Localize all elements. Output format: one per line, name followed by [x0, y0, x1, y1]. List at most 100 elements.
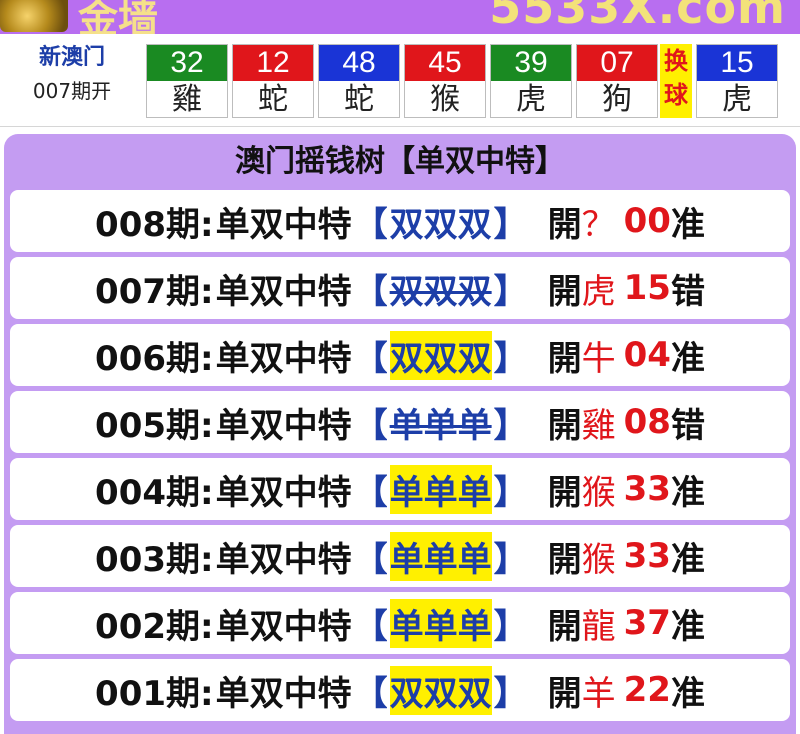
prediction-row[interactable]: 004期: 单双中特【单单单】開猴 33 准: [10, 458, 790, 520]
row-open-label: 開: [547, 204, 582, 245]
row-number: 08: [623, 402, 671, 442]
row-right-bracket: 】: [493, 673, 528, 714]
row-verdict: 错: [670, 271, 705, 312]
prediction-row[interactable]: 006期: 单双中特【双双双】開牛 04 准: [10, 324, 790, 386]
row-number: 37: [623, 603, 671, 643]
row-open-label: 開: [547, 673, 582, 714]
prediction-row[interactable]: 007期: 单双中特【双双双】開虎 15 错: [10, 257, 790, 319]
row-left-bracket: 【: [353, 271, 388, 312]
row-kind: 单双中特: [215, 271, 352, 312]
row-open-label: 開: [547, 405, 582, 446]
ball-zodiac: 虎: [722, 82, 752, 117]
ball-cell: 48 蛇: [318, 44, 400, 118]
row-left-bracket: 【: [353, 606, 388, 647]
row-number: 22: [623, 670, 671, 710]
row-verdict: 错: [670, 405, 705, 446]
latest-issue-label: 新澳门 007期开: [8, 42, 136, 108]
ball-zodiac: 雞: [172, 82, 202, 117]
row-kind: 单双中特: [215, 472, 352, 513]
swap-top-char: 换: [664, 47, 688, 75]
row-zodiac: 猴: [581, 539, 616, 580]
row-issue: 003期:: [95, 539, 214, 580]
row-pick: 双双双: [389, 665, 492, 715]
row-left-bracket: 【: [353, 204, 388, 245]
brand-domain[interactable]: 5533X.com: [489, 0, 786, 34]
ball-zodiac: 虎: [516, 82, 546, 117]
row-kind: 单双中特: [215, 673, 352, 714]
row-left-bracket: 【: [353, 472, 388, 513]
row-pick: 单单单: [389, 598, 492, 648]
brand-name: 金墙: [78, 0, 158, 34]
row-issue: 006期:: [95, 338, 214, 379]
row-number: 15: [623, 268, 671, 308]
row-open-label: 開: [547, 539, 582, 580]
row-left-bracket: 【: [353, 673, 388, 714]
row-left-bracket: 【: [353, 338, 388, 379]
latest-result-strip: 新澳门 007期开 32 雞 12 蛇 48 蛇 45 猴 39 虎 07 狗 换 球 15 虎: [0, 34, 800, 127]
ball-cell: 07 狗: [576, 44, 658, 118]
row-open-label: 開: [547, 606, 582, 647]
special-ball: 15 虎: [696, 44, 778, 118]
row-right-bracket: 】: [493, 472, 528, 513]
row-kind: 单双中特: [215, 204, 352, 245]
row-open-label: 開: [547, 271, 582, 312]
row-pick: 单单单: [389, 464, 492, 514]
row-pick: 双双双: [389, 330, 492, 380]
latest-issue: 007期开: [32, 79, 112, 103]
prediction-row[interactable]: 005期: 单双中特【单单单】開雞 08 错: [10, 391, 790, 453]
panel-title: 澳门摇钱树【单双中特】: [235, 144, 565, 179]
prediction-panel: 澳门摇钱树【单双中特】 008期: 单双中特【双双双】開？ 00 准 007期: 单双中特…: [4, 134, 796, 734]
row-zodiac: 龍: [581, 606, 616, 647]
row-verdict: 准: [670, 204, 705, 245]
swap-bottom-char: 球: [664, 81, 688, 109]
row-verdict: 准: [670, 338, 705, 379]
row-number: 00: [623, 201, 671, 241]
prediction-row[interactable]: 003期: 单双中特【单单单】開猴 33 准: [10, 525, 790, 587]
ball-number: 39: [491, 45, 571, 81]
row-number: 04: [623, 335, 671, 375]
row-kind: 单双中特: [215, 338, 352, 379]
row-zodiac: 雞: [581, 405, 616, 446]
ball-zodiac: 猴: [430, 82, 460, 117]
row-issue: 007期:: [95, 271, 214, 312]
row-open-label: 開: [547, 472, 582, 513]
row-kind: 单双中特: [215, 606, 352, 647]
ball-number: 48: [319, 45, 399, 81]
ball-cell: 12 蛇: [232, 44, 314, 118]
latest-title: 新澳门: [38, 45, 105, 70]
row-zodiac: ？: [581, 204, 616, 245]
row-right-bracket: 】: [493, 606, 528, 647]
row-verdict: 准: [670, 539, 705, 580]
ball-cell: 45 猴: [404, 44, 486, 118]
prediction-row[interactable]: 008期: 单双中特【双双双】開？ 00 准: [10, 190, 790, 252]
row-zodiac: 猴: [581, 472, 616, 513]
row-issue: 004期:: [95, 472, 214, 513]
ball-number: 45: [405, 45, 485, 81]
row-number: 33: [623, 469, 671, 509]
row-pick: 单单单: [389, 405, 492, 446]
row-verdict: 准: [670, 673, 705, 714]
row-issue: 002期:: [95, 606, 214, 647]
row-kind: 单双中特: [215, 405, 352, 446]
row-issue: 005期:: [95, 405, 214, 446]
row-verdict: 准: [670, 606, 705, 647]
row-issue: 008期:: [95, 204, 214, 245]
row-right-bracket: 】: [493, 338, 528, 379]
row-right-bracket: 】: [493, 204, 528, 245]
row-verdict: 准: [670, 472, 705, 513]
prediction-row[interactable]: 001期: 单双中特【双双双】開羊 22 准: [10, 659, 790, 721]
ball-number: 07: [577, 45, 657, 81]
row-right-bracket: 】: [493, 405, 528, 446]
ball-number: 15: [697, 45, 777, 81]
swap-ball-label: 换 球: [660, 44, 692, 118]
row-issue: 001期:: [95, 673, 214, 714]
row-left-bracket: 【: [353, 405, 388, 446]
ball-zodiac: 狗: [602, 82, 632, 117]
ball-number: 12: [233, 45, 313, 81]
row-left-bracket: 【: [353, 539, 388, 580]
row-zodiac: 牛: [581, 338, 616, 379]
row-pick: 双双双: [389, 271, 492, 312]
ball-number: 32: [147, 45, 227, 81]
ball-cell: 32 雞: [146, 44, 228, 118]
prediction-row[interactable]: 002期: 单双中特【单单单】開龍 37 准: [10, 592, 790, 654]
